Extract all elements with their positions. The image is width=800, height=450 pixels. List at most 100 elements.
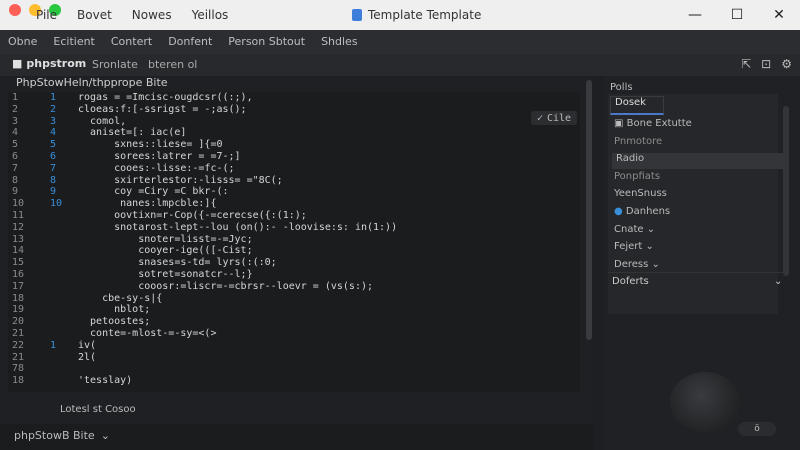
window-title-text: Template Template xyxy=(368,8,482,22)
close-dot-icon[interactable] xyxy=(9,4,21,16)
menu-bovet[interactable]: Bovet xyxy=(77,8,112,22)
editor-footer-tabs[interactable]: Lotesl st Cosoo xyxy=(60,404,136,415)
panel-item[interactable]: Pnmotore xyxy=(614,136,662,147)
chevron-down-icon: ⌄ xyxy=(648,258,660,270)
panel-button[interactable]: ö xyxy=(738,422,776,436)
code-line[interactable]: sxirterlestor:-lisss= ="8C(; xyxy=(78,175,283,186)
code-line[interactable]: nblot; xyxy=(78,304,150,315)
toolbar-tab-options[interactable]: bteren ol xyxy=(148,58,197,71)
menu-donfent[interactable]: Donfent xyxy=(168,35,212,48)
panel-item-label: Fejert xyxy=(614,241,643,253)
menu-ecitient[interactable]: Ecitient xyxy=(53,35,94,48)
line-number-alt: 2 xyxy=(50,103,57,115)
menu-person-sbtout[interactable]: Person Sbtout xyxy=(228,35,305,48)
panel-item[interactable]: ▣ Bone Extutte xyxy=(614,118,692,129)
line-number-row: 77 xyxy=(12,163,72,174)
close-icon[interactable]: ✕ xyxy=(758,0,800,30)
line-number: 1 xyxy=(12,92,19,103)
code-editor[interactable]: 1 1 2 2 3 3 4 4 5 5 6 6 7 7 8 8 9 9 10 10 11 12 13 14 15 16 17 18 19… xyxy=(8,92,580,392)
panel-item-label: Danhens xyxy=(625,206,671,217)
clear-button[interactable]: ✓ Cile xyxy=(531,111,577,125)
code-line[interactable]: coy =Ciry =C bkr-(: xyxy=(78,186,228,197)
panel-item[interactable]: Deress ⌄ xyxy=(614,259,660,270)
layout-icon[interactable]: ⊡ xyxy=(761,57,771,71)
line-number: 3 xyxy=(12,115,19,127)
line-number: 21 xyxy=(12,351,25,363)
code-line[interactable]: cloeas:f:[-ssrigst = -;as(); xyxy=(78,104,247,115)
project-selector[interactable]: phpStowB Bite ⌄ xyxy=(14,429,110,442)
line-number-row: 11 xyxy=(12,92,72,103)
line-number-row: 44 xyxy=(12,127,72,138)
menu-contert[interactable]: Contert xyxy=(111,35,152,48)
line-number: 21 xyxy=(12,328,25,339)
line-number: 19 xyxy=(12,304,25,316)
panel-item-label: Cnate xyxy=(614,223,644,235)
line-number: 4 xyxy=(12,127,19,139)
editor-scrollbar[interactable] xyxy=(586,80,592,340)
code-line[interactable]: nanes:lmpcble:]{ xyxy=(78,198,216,209)
gear-icon[interactable]: ⚙ xyxy=(781,57,792,71)
code-line[interactable]: sxnes::liese= ]{=0 xyxy=(78,139,222,150)
menu-obne[interactable]: Obne xyxy=(8,35,37,48)
panel-item[interactable]: Cnate ⌄ xyxy=(614,224,655,235)
code-line[interactable]: rogas = =Imcisc-ougdcsr((:;), xyxy=(78,92,253,103)
title-bar: Pile Bovet Nowes Yeillos Template Templa… xyxy=(0,0,800,30)
tab-desk[interactable]: Dosek xyxy=(610,96,664,115)
minimize-icon[interactable]: — xyxy=(674,0,716,30)
line-number: 20 xyxy=(12,316,25,328)
line-number-row: 13 xyxy=(12,234,72,245)
code-line[interactable]: comol, xyxy=(78,116,126,127)
line-number-row: 78 xyxy=(12,363,72,374)
line-number: 14 xyxy=(12,245,25,257)
line-number-row: 11 xyxy=(12,210,72,221)
code-line[interactable]: sotret=sonatcr--l;} xyxy=(78,269,252,280)
code-line[interactable]: snotarost-lept--lou (on():- -loovise:s: … xyxy=(78,222,397,233)
code-line[interactable]: iv( xyxy=(78,340,96,351)
code-line[interactable]: oovtixn=r-Cop({-=cerecse({:(1:); xyxy=(78,210,307,221)
line-number: 15 xyxy=(12,257,25,269)
line-number-row: 88 xyxy=(12,175,72,186)
panel-item[interactable]: Radio xyxy=(612,153,784,170)
panel-item[interactable]: YeenSnuss xyxy=(614,188,667,199)
menu-pile[interactable]: Pile xyxy=(36,8,57,22)
menu-shdles[interactable]: Shdles xyxy=(321,35,358,48)
line-number-row: 55 xyxy=(12,139,72,150)
line-number-row: 15 xyxy=(12,257,72,268)
line-number-row: 19 xyxy=(12,304,72,315)
line-number: 2 xyxy=(12,103,19,115)
right-scrollbar[interactable] xyxy=(783,106,789,276)
menu-yeillos[interactable]: Yeillos xyxy=(192,8,229,22)
panel-item-label: Radio xyxy=(616,153,645,165)
line-number: 7 xyxy=(12,162,19,174)
maximize-icon[interactable]: ☐ xyxy=(716,0,758,30)
code-line[interactable]: snases=s-td= lyrs(:(:0; xyxy=(78,257,276,268)
code-line[interactable]: cooyer-ige(([-Cist; xyxy=(78,245,252,256)
menu-nowes[interactable]: Nowes xyxy=(132,8,172,22)
mouse-image xyxy=(670,372,740,432)
code-line[interactable]: conte=-mlost-=-sy=<(> xyxy=(78,328,216,339)
code-line[interactable]: petoostes; xyxy=(78,316,150,327)
panel-item-label: YeenSnuss xyxy=(614,188,667,200)
code-line[interactable]: 2l( xyxy=(78,352,96,363)
line-number-row: 14 xyxy=(12,245,72,256)
line-number: 12 xyxy=(12,221,25,233)
editor-area: PhpStowHeln/thpprope Bite 11223344556677… xyxy=(0,76,594,430)
code-line[interactable]: aniset=[: iac(e] xyxy=(78,127,186,138)
expand-icon[interactable]: ⇱ xyxy=(741,57,751,71)
line-number: 16 xyxy=(12,269,25,280)
code-line[interactable]: cbe-sy-s|{ xyxy=(78,293,162,304)
panel-item[interactable]: ● Danhens xyxy=(614,206,670,217)
code-line[interactable]: snoter=lisst=-=Jyc; xyxy=(78,234,252,245)
panel-item[interactable]: Fejert ⌄ xyxy=(614,241,654,252)
line-number-alt: 7 xyxy=(50,162,57,174)
defaults-section[interactable]: Doferts ⌄ xyxy=(608,272,788,291)
toolbar-tab-template[interactable]: Sronlate xyxy=(92,58,138,71)
code-line[interactable]: cooes:-lisse:-=fc-(; xyxy=(78,163,234,174)
code-line[interactable]: cooosr:=liscr=-=cbrsr--loevr = (vs(s:); xyxy=(78,281,373,292)
code-line[interactable]: 'tesslay) xyxy=(78,375,132,386)
window-title: Template Template xyxy=(352,8,481,22)
panel-item[interactable]: Ponpfiats xyxy=(614,171,660,182)
code-line[interactable]: sorees:latrer = =7-;] xyxy=(78,151,240,162)
clear-button-label: Cile xyxy=(546,112,572,124)
line-number: 8 xyxy=(12,174,19,186)
